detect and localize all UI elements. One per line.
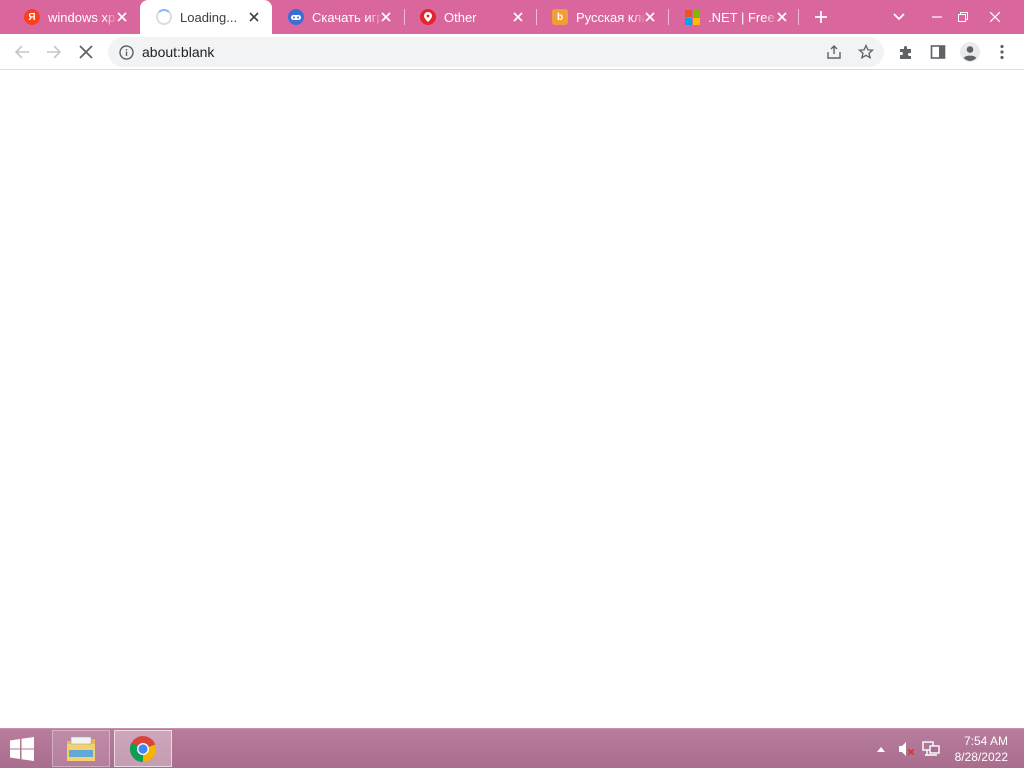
windows-logo-icon — [10, 737, 34, 761]
restore-button[interactable] — [950, 0, 976, 34]
share-button[interactable] — [822, 40, 846, 64]
avatar-icon — [960, 42, 980, 62]
tab-title: Русская кла — [576, 9, 646, 25]
puzzle-icon — [900, 46, 911, 59]
network-button[interactable] — [920, 729, 942, 769]
close-tab-icon[interactable] — [114, 9, 130, 25]
tab-title: Loading... — [180, 9, 238, 25]
close-tab-icon[interactable] — [378, 9, 394, 25]
clock-time: 7:54 AM — [963, 734, 1008, 748]
extensions-button[interactable] — [892, 38, 920, 66]
profile-button[interactable] — [956, 38, 984, 66]
taskbar: 7:54 AM 8/28/2022 — [0, 728, 1024, 768]
stop-button[interactable] — [72, 38, 100, 66]
tab-russkaya[interactable]: b Русская кла — [536, 0, 668, 34]
side-panel-icon — [930, 45, 946, 59]
file-explorer-icon — [67, 736, 95, 761]
start-button[interactable] — [8, 737, 40, 761]
tab-dotnet[interactable]: .NET | Free. — [668, 0, 800, 34]
tab-title: Other — [444, 9, 477, 25]
chevron-down-icon — [893, 13, 905, 21]
taskbar-file-explorer[interactable] — [52, 730, 110, 767]
plus-icon — [815, 11, 827, 23]
network-icon — [922, 741, 940, 756]
minimize-button[interactable] — [922, 0, 952, 34]
info-icon[interactable] — [117, 43, 135, 61]
back-arrow-icon — [14, 45, 29, 59]
loading-spinner-icon — [156, 9, 172, 25]
address-bar[interactable]: about:blank — [108, 37, 884, 67]
share-icon — [827, 45, 841, 59]
url-text: about:blank — [142, 44, 215, 60]
tab-strip: Я windows xp Loading... Скачать игр Othe… — [0, 0, 1024, 34]
close-tab-icon[interactable] — [510, 9, 526, 25]
new-tab-button[interactable] — [806, 0, 836, 34]
minimize-icon — [932, 16, 942, 18]
tab-separator — [798, 9, 799, 25]
tab-title: Скачать игр — [312, 9, 382, 25]
page-content[interactable] — [0, 71, 1024, 728]
bookmark-button[interactable] — [854, 40, 878, 64]
kebab-menu-icon — [1000, 44, 1004, 60]
close-window-button[interactable] — [980, 0, 1010, 34]
close-tab-icon[interactable] — [246, 9, 262, 25]
chrome-icon — [129, 735, 157, 762]
close-tab-icon[interactable] — [642, 9, 658, 25]
gamepad-icon — [288, 9, 304, 25]
microsoft-icon — [684, 9, 700, 25]
close-icon — [990, 12, 1000, 22]
yandex-icon: Я — [24, 9, 40, 25]
close-icon — [79, 45, 93, 59]
tab-skachat[interactable]: Скачать игр — [272, 0, 404, 34]
back-button[interactable] — [8, 38, 36, 66]
location-pin-icon — [420, 9, 436, 25]
forward-arrow-icon — [47, 45, 62, 59]
tab-other[interactable]: Other — [404, 0, 536, 34]
volume-button[interactable] — [896, 729, 918, 769]
close-tab-icon[interactable] — [774, 9, 790, 25]
forward-button[interactable] — [40, 38, 68, 66]
show-hidden-icons-button[interactable] — [872, 729, 890, 769]
tab-title: windows xp — [48, 9, 116, 25]
taskbar-clock[interactable]: 7:54 AM 8/28/2022 — [955, 733, 1008, 765]
tab-loading[interactable]: Loading... — [140, 0, 272, 34]
side-panel-button[interactable] — [924, 38, 952, 66]
menu-button[interactable] — [988, 38, 1016, 66]
taskbar-chrome[interactable] — [114, 730, 172, 767]
tab-title: .NET | Free. — [708, 9, 778, 25]
clock-date: 8/28/2022 — [954, 750, 1008, 764]
browser-toolbar: about:blank — [0, 34, 1024, 70]
restore-icon — [958, 12, 968, 22]
chevron-up-icon — [877, 747, 885, 752]
tab-search-button[interactable] — [886, 0, 912, 34]
volume-muted-icon — [899, 742, 915, 756]
bing-icon: b — [552, 9, 568, 25]
star-icon — [858, 44, 874, 60]
tab-windows-xp[interactable]: Я windows xp — [8, 0, 140, 34]
